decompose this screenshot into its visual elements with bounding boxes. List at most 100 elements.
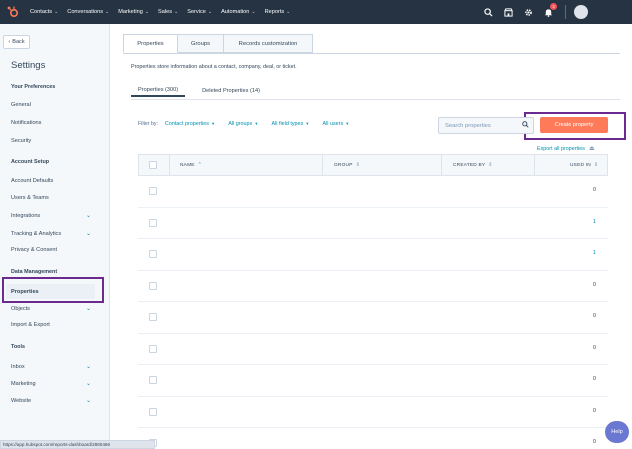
sidebar-title: Settings [11,60,46,71]
chevron-down-icon: ▾ [211,121,215,126]
table-row[interactable]: 0 [138,334,608,365]
subtab-deleted-properties[interactable]: Deleted Properties (14) [195,84,267,97]
sidebar-item-integrations[interactable]: Integrations ⌄ [11,212,95,220]
top-navigation-bar: Contacts ⌄ Conversations ⌄ Marketing ⌄ Sale… [0,0,632,24]
settings-tabs: Properties Groups Records customization [123,34,313,53]
sidebar-item-privacy-consent[interactable]: Privacy & Consent [11,247,95,253]
search-icon[interactable] [481,5,495,19]
properties-description: Properties store information about a con… [131,64,297,70]
used-in-count[interactable]: 1 [593,250,596,256]
filter-bar: Filter by: Contact properties ▾ All group… [138,121,362,127]
filter-label: Filter by: [138,121,158,127]
browser-status-url: https://app.hubspot.com/reports-dashboar… [0,440,155,449]
nav-reports[interactable]: Reports ⌄ [265,9,291,15]
filter-users[interactable]: All users ▾ [322,121,348,127]
sidebar-item-general[interactable]: General [11,102,95,108]
nav-divider [565,5,566,19]
nav-contacts[interactable]: Contacts ⌄ [30,9,58,15]
tabs-divider [123,53,620,54]
chevron-down-icon: ⌄ [85,213,91,219]
row-checkbox[interactable] [149,250,157,258]
chevron-down-icon: ⌄ [85,364,91,370]
row-checkbox[interactable] [149,218,157,227]
table-row[interactable]: 1 [138,239,608,271]
sidebar-item-notifications[interactable]: Notifications [11,120,95,126]
used-in-count: 0 [592,281,596,288]
sidebar-item-account-defaults[interactable]: Account Defaults [11,178,95,184]
chevron-down-icon: ⌄ [85,306,91,312]
section-your-preferences: Your Preferences [11,84,56,90]
row-checkbox[interactable] [149,344,157,353]
marketplace-icon[interactable] [501,5,515,19]
tab-records-customization[interactable]: Records customization [224,34,313,53]
chevron-down-icon: ⌄ [144,9,150,15]
sidebar-item-inbox[interactable]: Inbox ⌄ [11,363,95,371]
gear-icon[interactable] [521,5,535,19]
column-header-name[interactable]: NAME ⌃ [180,155,202,175]
nav-automation[interactable]: Automation ⌄ [221,9,256,15]
sidebar-item-website[interactable]: Website ⌄ [11,397,95,405]
column-divider [534,155,535,175]
row-checkbox[interactable] [149,313,157,321]
subtab-properties[interactable]: Properties (300) [131,84,186,97]
column-header-used-in[interactable]: USED IN ⇕ [570,155,598,175]
column-header-created-by[interactable]: CREATED BY ⇕ [453,155,493,175]
used-in-count: 0 [592,187,596,193]
row-checkbox[interactable] [149,187,157,195]
chevron-down-icon: ⌄ [207,9,213,15]
filter-field-types[interactable]: All field types ▾ [271,121,308,127]
export-icon: ⏏ [588,146,595,152]
table-row[interactable]: 0 [138,271,608,302]
table-row[interactable]: 0 [138,397,608,428]
row-checkbox[interactable] [149,376,157,384]
sidebar-item-objects[interactable]: Objects ⌄ [11,305,95,313]
nav-service[interactable]: Service ⌄ [187,9,212,15]
used-in-count: 0 [592,313,596,319]
used-in-count: 0 [592,344,596,351]
sidebar-item-security[interactable]: Security [11,138,95,144]
row-checkbox[interactable] [149,281,157,290]
sidebar-item-users-teams[interactable]: Users & Teams [11,195,95,201]
help-button[interactable]: Help [605,421,629,443]
chevron-down-icon: ⌄ [105,9,110,15]
search-properties-input[interactable]: Search properties [438,117,534,134]
nav-marketing[interactable]: Marketing ⌄ [118,9,149,15]
nav-sales[interactable]: Sales ⌄ [158,9,178,15]
table-row[interactable]: 0 [138,428,608,449]
row-checkbox[interactable] [149,407,157,416]
notifications-bell-icon[interactable]: 3 [541,3,557,19]
back-button[interactable]: ‹ Back [3,35,30,49]
user-avatar[interactable] [574,5,588,19]
select-all-checkbox[interactable] [149,161,157,169]
tab-groups[interactable]: Groups [178,34,224,53]
properties-highlight-box [2,277,104,303]
table-row[interactable]: 0 [138,176,608,208]
sidebar-item-tracking-analytics[interactable]: Tracking & Analytics ⌄ [11,230,95,238]
section-tools: Tools [11,344,25,350]
filter-object-type[interactable]: Contact properties ▾ [165,121,214,127]
chevron-down-icon: ⌄ [85,398,91,404]
chevron-down-icon: ⌄ [286,9,291,15]
chevron-down-icon: ▾ [255,121,258,126]
column-header-group[interactable]: GROUP ⇕ [334,155,360,175]
used-in-count[interactable]: 1 [593,219,596,225]
notification-count-badge: 3 [550,3,557,10]
sort-ascending-icon: ⌃ [197,162,203,168]
filter-groups[interactable]: All groups ▾ [228,121,257,127]
column-divider [169,155,170,175]
sidebar-item-marketing[interactable]: Marketing ⌄ [11,380,95,388]
table-row[interactable]: 1 [138,208,608,239]
export-all-properties-link[interactable]: Export all properties ⏏ [537,145,595,153]
create-property-button[interactable]: Create property [540,117,608,133]
chevron-down-icon: ▾ [306,121,309,126]
sort-icon: ⇕ [355,162,360,168]
sidebar-item-import-export[interactable]: Import & Export [11,322,95,328]
tab-properties[interactable]: Properties [123,34,178,53]
table-row[interactable]: 0 [138,365,608,397]
chevron-down-icon: ⌄ [85,231,91,237]
nav-conversations[interactable]: Conversations ⌄ [67,9,109,15]
table-row[interactable]: 0 [138,302,608,334]
chevron-left-icon: ‹ [8,39,11,45]
hubspot-logo-icon[interactable] [6,3,24,21]
column-divider [441,155,442,175]
